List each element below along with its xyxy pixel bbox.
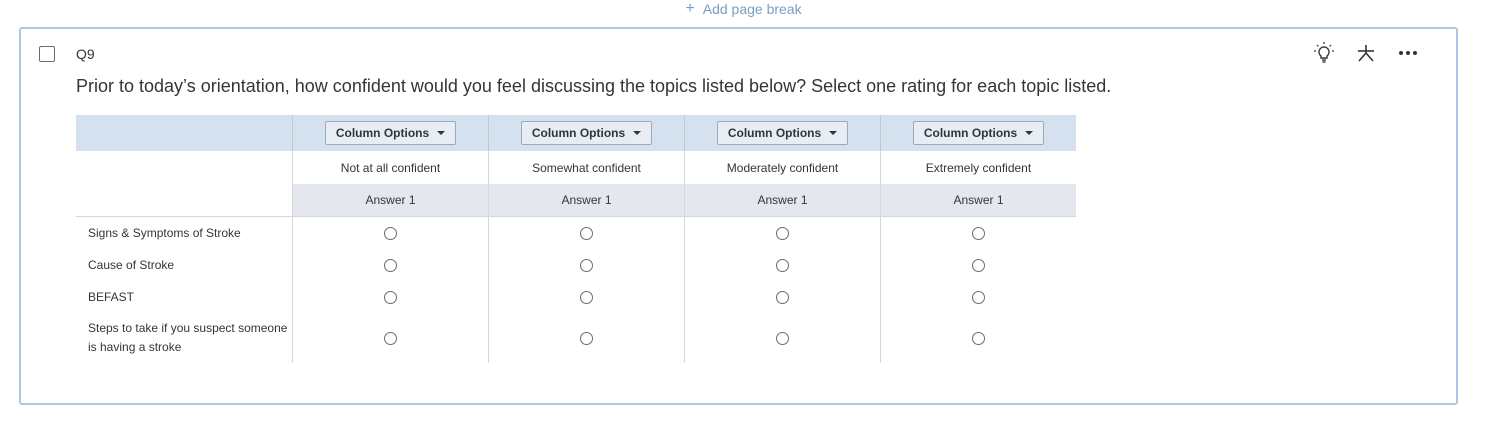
lightbulb-icon[interactable] [1312,41,1336,65]
answer-label-row: Answer 1 Answer 1 Answer 1 Answer 1 [76,184,1076,217]
matrix-table: Column Options Column Options Column Opt… [76,115,1076,363]
statement-label[interactable]: Steps to take if you suspect someone is … [76,313,293,363]
radio-button[interactable] [776,291,789,305]
radio-button[interactable] [776,227,789,241]
radio-button[interactable] [384,332,397,346]
question-card[interactable]: Q9 Prior to today’s orientation, how con… [19,27,1458,405]
add-page-break-link[interactable]: + Add page break [0,0,1487,18]
scale-label-row: Not at all confident Somewhat confident … [76,151,1076,184]
radio-button[interactable] [384,291,397,305]
radio-button[interactable] [972,291,985,305]
add-page-break-label: Add page break [702,1,802,17]
radio-button[interactable] [972,227,985,241]
radio-button[interactable] [580,259,593,273]
question-text[interactable]: Prior to today’s orientation, how confid… [76,76,1111,97]
column-options-button-1[interactable]: Column Options [324,121,457,145]
radio-button[interactable] [580,227,593,241]
asterisk-icon[interactable] [1354,41,1378,65]
caret-down-icon [829,131,838,135]
answer-label[interactable]: Answer 1 [684,184,881,217]
answer-label[interactable]: Answer 1 [488,184,685,217]
answer-label[interactable]: Answer 1 [292,184,489,217]
statement-row: Steps to take if you suspect someone is … [76,313,1076,363]
column-options-row: Column Options Column Options Column Opt… [76,115,1076,151]
scale-label[interactable]: Not at all confident [292,151,489,184]
column-options-button-2[interactable]: Column Options [520,121,653,145]
radio-button[interactable] [580,332,593,346]
caret-down-icon [633,131,642,135]
radio-button[interactable] [972,259,985,273]
more-options-icon[interactable] [1396,41,1420,65]
statement-label[interactable]: Cause of Stroke [76,249,293,281]
question-number: Q9 [76,46,95,62]
radio-button[interactable] [580,291,593,305]
radio-button[interactable] [776,259,789,273]
caret-down-icon [437,131,446,135]
radio-button[interactable] [972,332,985,346]
scale-label[interactable]: Moderately confident [684,151,881,184]
plus-icon: + [685,0,695,17]
caret-down-icon [1025,131,1034,135]
corner-cell [76,115,293,151]
question-toolbar [1312,41,1420,65]
statement-row: Cause of Stroke [76,249,1076,281]
scale-label[interactable]: Extremely confident [880,151,1076,184]
statement-row: Signs & Symptoms of Stroke [76,216,1076,250]
radio-button[interactable] [384,227,397,241]
statement-label[interactable]: Signs & Symptoms of Stroke [76,217,293,250]
radio-button[interactable] [776,332,789,346]
statement-label[interactable]: BEFAST [76,281,293,313]
statement-row: BEFAST [76,281,1076,313]
radio-button[interactable] [384,259,397,273]
column-options-button-3[interactable]: Column Options [716,121,849,145]
question-select-checkbox[interactable] [39,46,55,62]
scale-label[interactable]: Somewhat confident [488,151,685,184]
answer-label[interactable]: Answer 1 [880,184,1076,217]
column-options-button-4[interactable]: Column Options [912,121,1045,145]
